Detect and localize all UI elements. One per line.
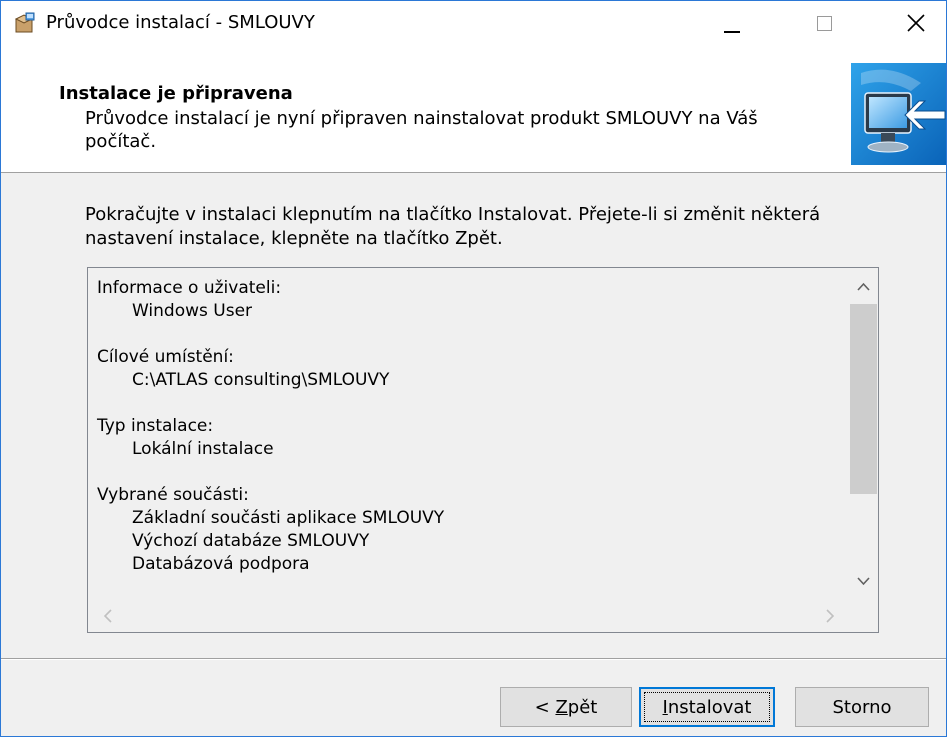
cancel-button[interactable]: Storno — [795, 687, 929, 727]
user-info-value: Windows User — [132, 301, 253, 321]
user-info-heading: Informace o uživateli: — [97, 278, 282, 298]
install-type-value: Lokální instalace — [132, 439, 274, 459]
page-description: Průvodce instalací je nyní připraven nai… — [85, 108, 758, 152]
install-button[interactable]: Instalovat — [639, 687, 775, 727]
computer-monitor-arrow-icon — [851, 63, 946, 165]
components-heading: Vybrané součásti: — [97, 485, 249, 505]
wizard-header: Instalace je připravena Průvodce instala… — [1, 45, 946, 173]
scroll-right-arrow-icon — [826, 609, 835, 623]
focus-ring — [644, 692, 770, 722]
summary-content: Informace o uživateli: Windows User Cílo… — [97, 277, 849, 576]
horizontal-scrollbar — [89, 599, 849, 631]
back-button-prefix: < — [534, 696, 556, 718]
scroll-up-arrow-icon[interactable] — [849, 272, 878, 302]
footer-divider-highlight — [1, 659, 946, 660]
minimize-button[interactable] — [701, 1, 763, 45]
destination-heading: Cílové umístění: — [97, 347, 234, 367]
window-title: Průvodce instalací - SMLOUVY — [46, 12, 315, 33]
close-button[interactable] — [884, 1, 946, 45]
instruction-text: Pokračujte v instalaci klepnutím na tlač… — [85, 204, 821, 249]
scroll-corner — [849, 599, 878, 631]
maximize-button — [793, 1, 855, 45]
title-bar[interactable]: Průvodce instalací - SMLOUVY — [1, 1, 946, 45]
page-title: Instalace je připravena — [59, 83, 293, 104]
back-button-label: pět — [567, 696, 598, 718]
component-item: Databázová podpora — [132, 554, 310, 574]
scroll-left-arrow-icon — [103, 609, 112, 623]
minimize-icon — [724, 31, 740, 33]
vertical-scrollbar[interactable] — [849, 269, 878, 599]
back-button[interactable]: < Zpět — [500, 687, 632, 727]
component-item: Základní součásti aplikace SMLOUVY — [132, 508, 445, 528]
install-type-heading: Typ instalace: — [97, 416, 214, 436]
scroll-down-arrow-icon[interactable] — [849, 566, 878, 596]
destination-value: C:\ATLAS consulting\SMLOUVY — [132, 370, 390, 390]
component-item: Výchozí databáze SMLOUVY — [132, 531, 370, 551]
maximize-icon — [817, 16, 832, 31]
close-icon — [907, 14, 925, 32]
summary-memo[interactable]: Informace o uživateli: Windows User Cílo… — [87, 267, 879, 633]
scroll-thumb[interactable] — [850, 304, 877, 494]
cancel-button-label: Storno — [832, 696, 892, 718]
installer-box-icon — [14, 12, 35, 33]
installer-window: Průvodce instalací - SMLOUVY Instalace j… — [0, 0, 947, 737]
back-button-accel: Z — [555, 696, 568, 718]
